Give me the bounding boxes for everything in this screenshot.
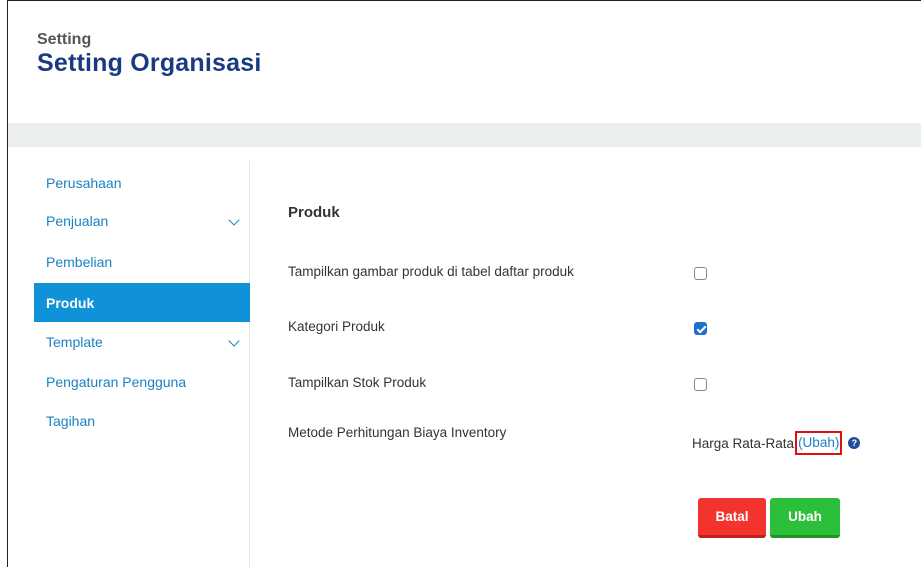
sidebar-item-penjualan[interactable]: Penjualan [34, 203, 250, 239]
page-header: Setting Setting Organisasi [8, 1, 921, 123]
show-image-checkbox[interactable] [694, 267, 707, 280]
setting-label-category: Kategori Produk [288, 319, 385, 334]
question-circle-icon[interactable]: ? [848, 437, 861, 449]
setting-label-show-stock: Tampilkan Stok Produk [288, 375, 427, 390]
sidebar-item-pengaturan-pengguna[interactable]: Pengaturan Pengguna [34, 364, 250, 400]
sidebar-item-pembelian[interactable]: Pembelian [34, 244, 250, 280]
sidebar-item-label: Produk [46, 294, 95, 311]
chevron-down-icon [228, 335, 240, 347]
category-checkbox[interactable] [694, 322, 707, 335]
change-inventory-link[interactable]: (Ubah) [795, 431, 843, 455]
setting-label-show-image: Tampilkan gambar produk di tabel daftar … [288, 264, 574, 279]
section-title: Produk [288, 204, 340, 221]
show-stock-checkbox[interactable] [694, 378, 707, 391]
settings-sidebar: Perusahaan Penjualan Pembelian Produk Te… [20, 161, 250, 567]
sidebar-item-label: Tagihan [46, 413, 96, 429]
save-button[interactable]: Ubah [770, 498, 840, 538]
sidebar-item-template[interactable]: Template [34, 324, 250, 360]
inventory-method-text: Harga Rata-Rata [692, 435, 795, 451]
settings-content: Produk Tampilkan gambar produk di tabel … [278, 161, 921, 567]
sidebar-item-perusahaan[interactable]: Perusahaan [34, 165, 250, 201]
sidebar-item-label: Pengaturan Pengguna [46, 374, 187, 390]
sidebar-item-produk[interactable]: Produk [34, 283, 250, 322]
inventory-method-value: Harga Rata-Rata (Ubah) ? [692, 431, 861, 455]
header-divider-band [8, 123, 921, 146]
card-top-edge [8, 146, 921, 147]
sidebar-item-label: Template [46, 334, 103, 350]
sidebar-item-label: Pembelian [46, 254, 113, 270]
sidebar-item-label: Penjualan [46, 213, 109, 229]
sidebar-item-label: Perusahaan [46, 175, 122, 191]
sidebar-item-tagihan[interactable]: Tagihan [34, 403, 250, 439]
app-frame: Setting Setting Organisasi Perusahaan Pe… [7, 0, 921, 567]
breadcrumb: Setting [37, 31, 92, 48]
setting-label-inventory-method: Metode Perhitungan Biaya Inventory [288, 425, 507, 440]
chevron-down-icon [228, 214, 240, 226]
cancel-button[interactable]: Batal [698, 498, 766, 538]
page-title: Setting Organisasi [37, 49, 262, 77]
